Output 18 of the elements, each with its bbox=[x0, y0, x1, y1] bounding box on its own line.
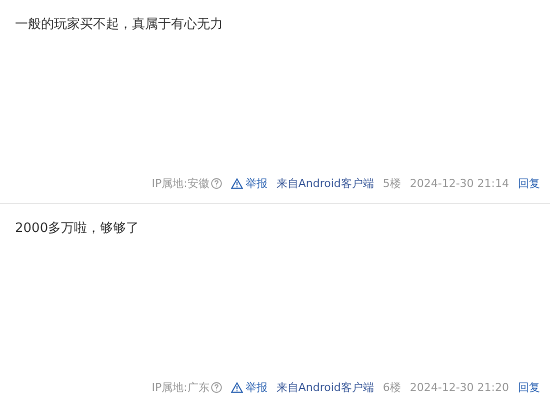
client-source: 来自Android客户端 bbox=[276, 176, 374, 191]
post-time: 2024-12-30 21:20 bbox=[410, 381, 509, 394]
warning-icon bbox=[231, 178, 244, 189]
reply-link[interactable]: 回复 bbox=[518, 380, 540, 395]
warning-icon bbox=[231, 382, 244, 393]
floor-number: 6楼 bbox=[382, 380, 401, 395]
post-content: 2000多万啦，够够了 bbox=[15, 221, 140, 237]
floor-number: 5楼 bbox=[382, 176, 401, 191]
report-link[interactable]: 举报 bbox=[231, 176, 268, 191]
post-time: 2024-12-30 21:14 bbox=[410, 177, 509, 190]
help-icon[interactable] bbox=[211, 178, 222, 189]
ip-location: IP属地:安徽 bbox=[152, 176, 210, 191]
client-source: 来自Android客户端 bbox=[276, 380, 374, 395]
ip-location: IP属地:广东 bbox=[152, 380, 210, 395]
report-link[interactable]: 举报 bbox=[231, 380, 268, 395]
reply-link[interactable]: 回复 bbox=[518, 176, 540, 191]
help-icon[interactable] bbox=[211, 382, 222, 393]
post-content: 一般的玩家买不起，真属于有心无力 bbox=[15, 17, 223, 33]
